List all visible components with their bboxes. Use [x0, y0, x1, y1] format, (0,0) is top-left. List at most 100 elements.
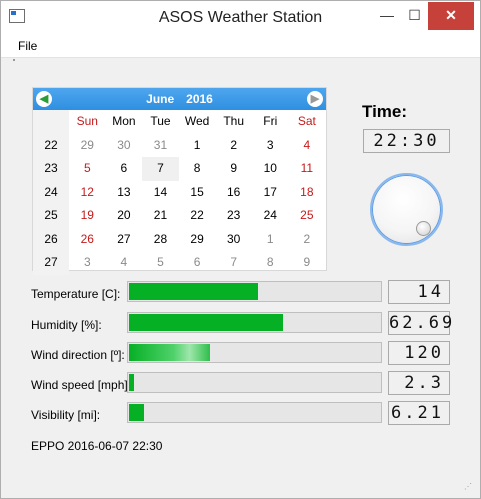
calendar-day[interactable]: 16: [215, 181, 252, 205]
calendar-day[interactable]: 8: [252, 251, 289, 275]
week-number: 26: [33, 227, 69, 251]
calendar-day[interactable]: 5: [69, 157, 106, 181]
arrow-right-icon[interactable]: ▶: [307, 91, 323, 107]
main-window: ASOS Weather Station — ☐ ✕ File ◀ June 20…: [0, 0, 481, 499]
close-button[interactable]: ✕: [428, 2, 474, 30]
status-text: EPPO 2016-06-07 22:30: [31, 439, 163, 453]
measurement-label: Temperature [C]:: [31, 287, 121, 301]
calendar-day[interactable]: 3: [69, 251, 106, 275]
calendar-day[interactable]: 31: [142, 134, 179, 158]
calendar-day[interactable]: 14: [142, 181, 179, 205]
calendar-day[interactable]: 2: [289, 228, 326, 252]
calendar-day[interactable]: 25: [289, 204, 326, 228]
calendar-day[interactable]: 29: [179, 228, 216, 252]
calendar-day[interactable]: 19: [69, 204, 106, 228]
calendar-month[interactable]: June: [146, 92, 174, 106]
weekday-fri: Fri: [263, 114, 278, 128]
measurement-progress-bar: [127, 372, 382, 393]
calendar-day[interactable]: 21: [142, 204, 179, 228]
calendar-week-row: 23 5 6 7 8 9 10 11: [33, 157, 326, 181]
calendar-year[interactable]: 2016: [186, 92, 213, 106]
measurement-progress-bar: [127, 342, 382, 363]
calendar-corner: [33, 110, 69, 134]
calendar-day[interactable]: 1: [179, 134, 216, 158]
calendar-day[interactable]: 10: [252, 157, 289, 181]
measurement-label: Wind direction [º]:: [31, 348, 125, 362]
menu-file[interactable]: File: [18, 39, 37, 53]
calendar-month-year: June 2016: [33, 92, 326, 106]
measurement-progress-bar: [127, 312, 382, 333]
toolbar-handle[interactable]: [13, 59, 15, 61]
measurement-value-display: 2.3: [388, 371, 450, 395]
menu-separator: [1, 57, 480, 58]
weekday-mon: Mon: [112, 114, 136, 128]
calendar-day[interactable]: 18: [289, 181, 326, 205]
calendar-grid: Sun Mon Tue Wed Thu Fri Sat 22 29 30 31 1 2 3 4 23 5 6 7 8 9…: [33, 110, 326, 275]
dial-knob-icon[interactable]: [416, 221, 431, 236]
calendar-day[interactable]: 11: [289, 157, 326, 181]
calendar-widget[interactable]: ◀ June 2016 ▶ Sun Mon Tue Wed Thu Fri Sat 22 29 30…: [32, 87, 327, 275]
calendar-day[interactable]: 30: [215, 228, 252, 252]
progress-fill: [129, 344, 210, 361]
progress-fill: [129, 404, 144, 421]
measurement-value-display: 62.69: [388, 311, 456, 335]
calendar-day[interactable]: 22: [179, 204, 216, 228]
calendar-day[interactable]: 13: [106, 181, 143, 205]
measurement-label: Visibility [mi]:: [31, 408, 101, 422]
calendar-day[interactable]: 15: [179, 181, 216, 205]
calendar-day[interactable]: 7: [142, 157, 179, 181]
calendar-day[interactable]: 28: [142, 228, 179, 252]
calendar-day[interactable]: 9: [215, 157, 252, 181]
calendar-day[interactable]: 17: [252, 181, 289, 205]
title-bar[interactable]: ASOS Weather Station — ☐ ✕: [1, 1, 480, 37]
calendar-day[interactable]: 6: [106, 157, 143, 181]
calendar-week-row: 24 12 13 14 15 16 17 18: [33, 180, 326, 205]
progress-fill: [129, 314, 283, 331]
time-display: 22:30: [363, 129, 450, 153]
calendar-day[interactable]: 4: [289, 134, 326, 158]
calendar-day[interactable]: 27: [106, 228, 143, 252]
week-number: 27: [33, 251, 69, 275]
calendar-day[interactable]: 7: [215, 251, 252, 275]
calendar-day[interactable]: 5: [142, 251, 179, 275]
measurement-label: Wind speed [mph]:: [31, 378, 132, 392]
calendar-day[interactable]: 29: [69, 134, 106, 158]
calendar-day[interactable]: 30: [106, 134, 143, 158]
calendar-day[interactable]: 20: [106, 204, 143, 228]
calendar-day[interactable]: 1: [252, 228, 289, 252]
week-number: 25: [33, 204, 69, 228]
calendar-week-row: 22 29 30 31 1 2 3 4: [33, 133, 326, 158]
calendar-day[interactable]: 26: [69, 228, 106, 252]
measurement-value-display: 6.21: [388, 401, 450, 425]
calendar-day[interactable]: 8: [179, 157, 216, 181]
calendar-day[interactable]: 9: [289, 251, 326, 275]
calendar-day[interactable]: 3: [252, 134, 289, 158]
time-dial[interactable]: [370, 173, 443, 246]
measurement-progress-bar: [127, 402, 382, 423]
calendar-day[interactable]: 4: [106, 251, 143, 275]
progress-fill: [129, 374, 134, 391]
calendar-day[interactable]: 24: [252, 204, 289, 228]
calendar-week-row: 25 19 20 21 22 23 24 25: [33, 204, 326, 228]
measurement-value-display: 120: [388, 341, 450, 365]
time-label: Time:: [362, 102, 408, 121]
measurement-value-display: 14: [388, 280, 450, 304]
weekday-sat: Sat: [297, 114, 316, 128]
menu-bar: File: [1, 37, 480, 57]
week-number: 24: [33, 180, 69, 204]
maximize-button[interactable]: ☐: [401, 2, 428, 30]
calendar-day[interactable]: 12: [69, 181, 106, 205]
calendar-week-row: 26 26 27 28 29 30 1 2: [33, 227, 326, 252]
weekday-thu: Thu: [223, 114, 245, 128]
weekday-wed: Wed: [184, 114, 210, 128]
minimize-button[interactable]: —: [373, 2, 401, 30]
calendar-day[interactable]: 23: [215, 204, 252, 228]
calendar-header: ◀ June 2016 ▶: [33, 88, 326, 110]
calendar-day[interactable]: 6: [179, 251, 216, 275]
resize-grip-icon[interactable]: ⋰: [464, 482, 474, 492]
weekday-sun: Sun: [76, 114, 98, 128]
calendar-day[interactable]: 2: [215, 134, 252, 158]
week-number: 22: [33, 133, 69, 157]
week-number: 23: [33, 157, 69, 181]
calendar-weekday-header: Sun Mon Tue Wed Thu Fri Sat: [33, 110, 326, 134]
